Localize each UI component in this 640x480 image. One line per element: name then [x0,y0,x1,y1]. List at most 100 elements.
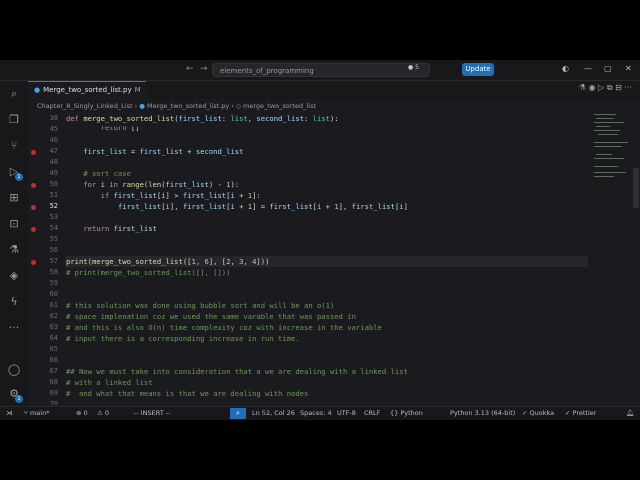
line-number: 45 [49,125,58,133]
source-control-icon[interactable]: ⑂ [6,138,22,154]
minimap-line [594,146,622,147]
cursor-position[interactable]: Ln 52, Col 26 [252,407,295,420]
line-number: 61 [49,301,58,309]
code-line: def merge_two_sorted_list(first_list: li… [66,114,339,123]
vscode-window: ← → elements_of_programming ● 5 Update ◐… [0,60,640,420]
line-number: 49 [49,169,58,177]
settings-badge: 1 [15,395,23,403]
minimap-line [594,142,628,143]
modified-marker: M [134,86,141,94]
breakpoint-dot[interactable] [31,183,36,188]
minimap-line [594,114,616,115]
line-number: 38 [49,114,58,122]
breakpoint-dot[interactable] [31,260,36,265]
quokka-status[interactable]: ✓ Quokka [522,407,554,420]
run-debug-icon[interactable]: ▷ 1 [6,164,23,181]
update-button[interactable]: Update [462,63,494,76]
language-mode[interactable]: {} Python [390,407,423,420]
breakpoint-dot[interactable] [31,227,36,232]
zoom-search-icon[interactable]: ⌕ [230,408,246,419]
line-number: 56 [49,246,58,254]
encoding[interactable]: UTF-8 [337,407,356,420]
code-line: return first_list [83,224,157,233]
line-number: 53 [49,213,58,221]
status-bar: ⋊ ⑂ main* ⊗ 0 ⚠ 0 -- INSERT -- ⌕ Ln 52, … [0,406,640,420]
code-line: # input there is a corresponding increas… [66,334,300,343]
python-interpreter[interactable]: Python 3.13 (64-bit) [450,407,515,420]
editor-tab-bar: ● Merge_two_sorted_list.py M ⚗ ◉ ▷ ⧉ ⊟ ··· [28,81,640,99]
indentation[interactable]: Spaces: 4 [300,407,332,420]
forward-arrow-icon[interactable]: → [200,64,208,74]
line-number: 46 [49,136,58,144]
minimap-line [598,134,618,135]
title-bar: ← → elements_of_programming ● 5 Update ◐… [0,60,640,81]
language-label: Python [400,409,423,417]
function-icon: ◇ [235,102,241,110]
extensions-icon[interactable]: ⊞ [6,190,22,206]
prettier-label: Prettier [572,409,597,417]
warnings-count[interactable]: ⚠ 0 [97,407,109,420]
breakpoint-dot[interactable] [31,205,36,210]
tab-label: Merge_two_sorted_list.py [43,86,132,94]
minimap-line [594,176,614,177]
errors-count[interactable]: ⊗ 0 [76,407,88,420]
bell-icon[interactable]: 🔔︎ [626,407,634,420]
package-icon[interactable]: ◈ [6,268,22,284]
prettier-status[interactable]: ✓ Prettier [565,407,596,420]
minimap-line [596,154,612,155]
minimap-line [594,130,620,131]
line-number: 64 [49,334,58,342]
search-icon[interactable]: ⌕ [6,86,22,102]
command-center-search[interactable]: elements_of_programming [212,63,430,77]
line-number: 51 [49,191,58,199]
minimap-line [596,126,610,127]
minimize-icon[interactable]: — [584,64,592,73]
branch-indicator[interactable]: ⑂ main* [24,407,49,420]
code-line: ## Now we must take into consideration t… [66,367,408,376]
back-arrow-icon[interactable]: ← [186,64,194,74]
gear-icon[interactable]: ⚙ 1 [6,386,23,403]
minimap[interactable] [592,112,632,192]
line-number: 69 [49,389,58,397]
python-file-icon: ● [34,86,41,94]
breadcrumb: Chapter_8_Singly_Linked_List › ● Merge_t… [37,100,316,112]
minimap-line [596,118,614,119]
breadcrumb-file[interactable]: Merge_two_sorted_list.py [147,102,229,110]
line-number: 68 [49,378,58,386]
account-icon[interactable]: ◯ [6,362,22,378]
code-editor[interactable]: 38 45 46 47 48 49 50 51 52 53 54 55 56 5… [28,112,588,405]
minimap-line [594,158,624,159]
vim-mode: -- INSERT -- [134,409,171,417]
editor-actions[interactable]: ⚗ ◉ ▷ ⧉ ⊟ ··· [579,83,632,93]
remote-icon[interactable]: ⊡ [6,216,22,232]
line-number: 60 [49,290,58,298]
activity-bar: ⌕ ❐ ⑂ ▷ 1 ⊞ ⊡ ⚗ ◈ ϟ ··· ◯ ⚙ 1 [0,81,28,408]
breakpoint-dot[interactable] [31,150,36,155]
scrollbar-thumb[interactable] [633,168,639,208]
tab-merge-two-sorted-list[interactable]: ● Merge_two_sorted_list.py M [28,81,146,99]
lightning-icon[interactable]: ϟ [6,294,22,310]
remote-indicator-icon[interactable]: ⋊ [6,407,13,420]
minimap-line [594,122,624,123]
code-line: # and what that means is that we are dea… [66,389,309,398]
breadcrumb-symbol[interactable]: merge_two_sorted_list [243,102,316,110]
notification-count[interactable]: ● 5 [408,64,419,71]
line-number: 65 [49,345,58,353]
line-number: 63 [49,323,58,331]
code-line: # with a linked list [66,378,153,387]
line-number: 58 [49,268,58,276]
close-window-icon[interactable]: ✕ [625,64,632,73]
branch-name: main* [29,409,50,417]
breadcrumb-folder[interactable]: Chapter_8_Singly_Linked_List [37,102,133,110]
code-line: # and this is also O(n) time complexity … [66,323,382,332]
line-number: 48 [49,158,58,166]
files-icon[interactable]: ❐ [6,112,22,128]
code-line: # space implenation coz we used the same… [66,312,356,321]
code-line: for i in range(len(first_list) - 1): [83,180,240,189]
copilot-icon[interactable]: ◐ [562,64,569,73]
maximize-icon[interactable]: ▢ [604,64,612,73]
line-number: 66 [49,356,58,364]
line-ending[interactable]: CRLF [364,407,380,420]
flask-icon[interactable]: ⚗ [6,242,22,258]
more-icon[interactable]: ··· [6,320,22,336]
